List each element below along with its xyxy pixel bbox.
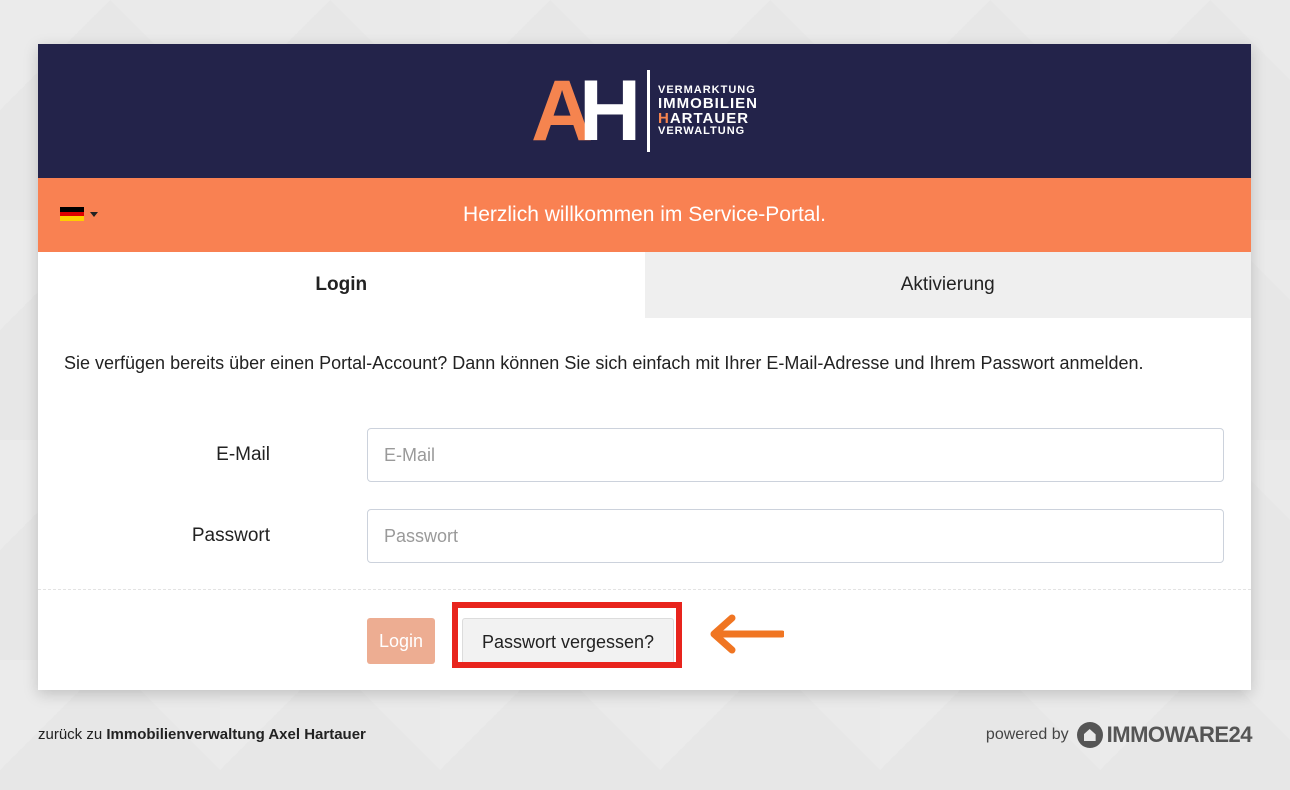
- intro-text: Sie verfügen bereits über einen Portal-A…: [64, 353, 1144, 373]
- logo-line-3: HARTAUER: [658, 110, 750, 127]
- company-logo: A H VERMARKTUNG IMMOBILIEN HARTAUER VERW…: [531, 63, 758, 159]
- form-divider: [38, 589, 1251, 590]
- back-link-text[interactable]: Immobilienverwaltung Axel Hartauer: [106, 726, 366, 743]
- tab-bar: Login Aktivierung: [38, 252, 1251, 318]
- password-label: Passwort: [191, 525, 270, 546]
- house-icon: [1076, 722, 1103, 748]
- logo-letter-h: H: [579, 63, 642, 159]
- highlight-box: [452, 602, 682, 668]
- logo-mark: A H: [531, 63, 642, 159]
- email-label: E-Mail: [216, 444, 270, 465]
- language-selector[interactable]: [60, 207, 98, 222]
- tab-login[interactable]: Login: [38, 252, 645, 318]
- logo-line-4: VERWALTUNG: [658, 125, 746, 137]
- password-field[interactable]: [367, 509, 1224, 563]
- logo-text: VERMARKTUNG IMMOBILIEN HARTAUER VERWALTU…: [658, 85, 758, 137]
- vendor-name: IMMOWARE24: [1106, 722, 1253, 747]
- welcome-bar: Herzlich willkommen im Service-Portal.: [38, 178, 1251, 252]
- tab-aktivierung[interactable]: Aktivierung: [644, 252, 1251, 318]
- login-button[interactable]: Login: [367, 618, 435, 664]
- powered-by: powered by IMMOWARE24: [985, 722, 1253, 748]
- logo-separator: [647, 70, 650, 152]
- logo-line-2: IMMOBILIEN: [658, 95, 758, 112]
- welcome-text: Herzlich willkommen im Service-Portal.: [463, 203, 826, 226]
- immoware-logo: IMMOWARE24: [1076, 722, 1253, 748]
- login-card: A H VERMARKTUNG IMMOBILIEN HARTAUER VERW…: [38, 44, 1251, 690]
- back-prefix: zurück zu: [38, 726, 103, 743]
- german-flag-icon: [60, 207, 84, 222]
- arrow-left-icon: [710, 614, 784, 654]
- email-row: E-Mail: [38, 427, 1251, 483]
- caret-down-icon: [90, 211, 98, 217]
- back-link[interactable]: zurück zu Immobilienverwaltung Axel Hart…: [38, 726, 366, 743]
- header-bar: A H VERMARKTUNG IMMOBILIEN HARTAUER VERW…: [38, 44, 1251, 178]
- powered-by-text: powered by: [985, 726, 1069, 743]
- password-row: Passwort: [38, 508, 1251, 564]
- email-field[interactable]: [367, 428, 1224, 482]
